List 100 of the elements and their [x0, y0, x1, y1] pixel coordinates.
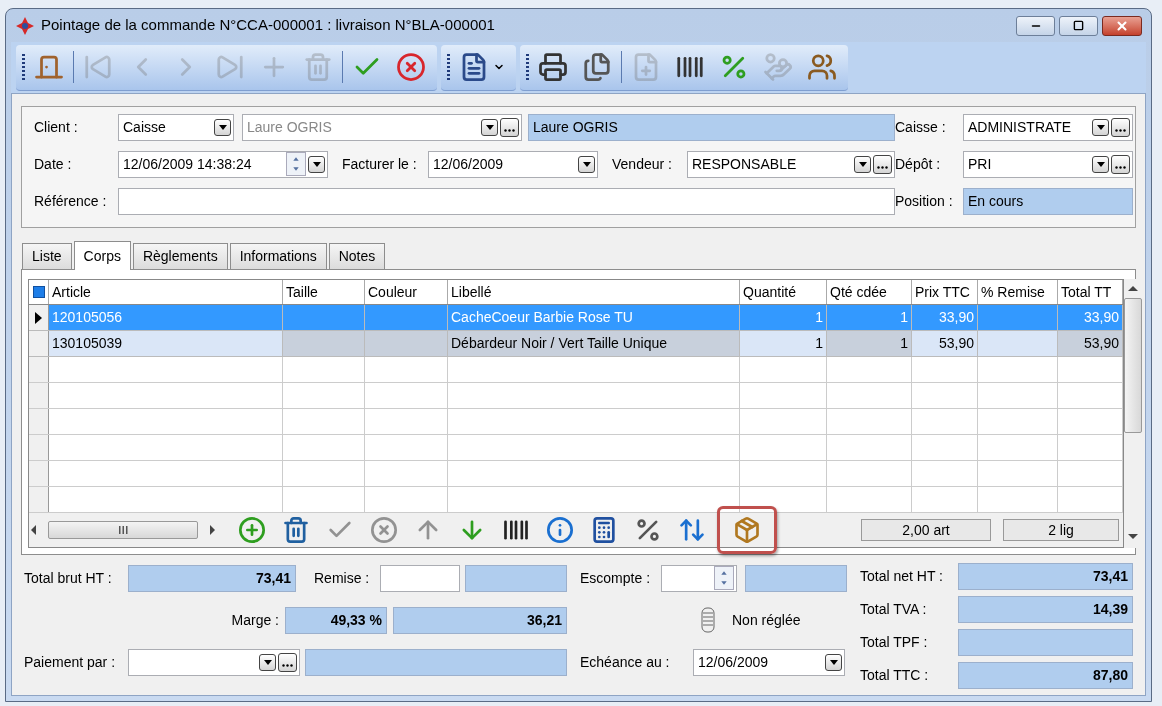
caret-icon [312, 161, 321, 167]
column-header[interactable]: Couleur [365, 280, 448, 304]
toolbar-grip-icon [526, 52, 529, 83]
column-header[interactable]: % Remise [978, 280, 1058, 304]
total-field: 73,41 [958, 563, 1133, 590]
reference-field[interactable] [118, 187, 895, 215]
column-header[interactable]: Qté cdée [827, 280, 912, 304]
minimize-button[interactable] [1016, 15, 1055, 36]
invoice-date-field[interactable]: 12/06/2009 [428, 150, 598, 178]
column-header[interactable]: Prix TTC [912, 280, 978, 304]
table-cell-text: 33,90 [1083, 308, 1119, 327]
vertical-scrollbar[interactable] [1124, 279, 1142, 548]
spinner-button[interactable] [714, 566, 734, 590]
field-label: Echéance au : [580, 652, 671, 672]
field-label: Marge : [230, 610, 280, 630]
dropdown-button[interactable] [481, 118, 498, 136]
caret-icon [263, 659, 272, 665]
select-all-checkbox[interactable] [32, 286, 45, 298]
total-field: 87,80 [958, 662, 1133, 689]
ellipsis-button[interactable] [873, 154, 892, 174]
field-label: Client : [34, 117, 79, 137]
cash-register-field[interactable]: ADMINISTRATE [963, 113, 1133, 141]
table-cell-text: 1 [815, 308, 823, 327]
field-label: Dépôt : [895, 154, 942, 174]
window-title: Pointage de la commande N°CCA-000001 : livraison N°BLA-000001 [41, 15, 495, 36]
maximize-icon [1073, 20, 1084, 32]
total-field: 14,39 [958, 596, 1133, 623]
field-label: Total TPF : [860, 633, 929, 652]
dropdown-button[interactable] [259, 653, 276, 671]
empty-row[interactable] [29, 383, 1123, 409]
dropdown-button[interactable] [214, 118, 231, 136]
dropdown-button[interactable] [308, 155, 325, 173]
ellipsis-icon [504, 128, 515, 132]
column-header[interactable]: Taille [283, 280, 365, 304]
add-icon [238, 516, 266, 544]
ellipsis-button[interactable] [500, 117, 519, 137]
column-header[interactable]: Libellé [448, 280, 740, 304]
scrollbar-thumb[interactable] [48, 521, 198, 539]
field-label: Paiement par : [24, 652, 117, 672]
ellipsis-icon [282, 663, 293, 667]
row-selector[interactable] [29, 305, 49, 330]
escompte-field[interactable] [661, 564, 737, 592]
field-label: Facturer le : [342, 154, 418, 174]
empty-row[interactable] [29, 357, 1123, 383]
tab[interactable]: Liste [22, 243, 72, 269]
vendeur-field[interactable]: RESPONSABLE [687, 150, 895, 178]
ellipsis-button[interactable] [278, 652, 297, 672]
dropdown-button[interactable] [1092, 118, 1109, 136]
tab[interactable]: Corps [73, 241, 131, 270]
tab[interactable]: Règlements [132, 243, 228, 269]
field-label: Référence : [34, 191, 108, 211]
close-button[interactable] [1102, 15, 1142, 36]
client-name-field[interactable]: Laure OGRIS [242, 113, 522, 141]
date-field[interactable]: 12/06/2009 14:38:24 [118, 150, 328, 178]
depot-field[interactable]: PRI [963, 150, 1133, 178]
scroll-down-icon [1128, 533, 1138, 540]
current-row-icon [35, 311, 42, 324]
table-cell-text: 1 [815, 334, 823, 353]
column-header[interactable]: Total TT [1058, 280, 1123, 304]
payment-status: Non réglée [732, 610, 801, 630]
field-label: Date : [34, 154, 73, 174]
marge-amount-field: 36,21 [393, 606, 567, 634]
article-count: 2,00 art [861, 519, 991, 541]
scrollbar-thumb[interactable] [1124, 298, 1142, 433]
remise-percent-field[interactable] [380, 564, 460, 592]
client-type-field[interactable]: Caisse [118, 113, 234, 141]
field-label: Total TVA : [860, 600, 928, 619]
dropdown-button[interactable] [825, 653, 842, 671]
cancel-icon [370, 516, 398, 544]
empty-row[interactable] [29, 461, 1123, 487]
people-icon [807, 52, 837, 83]
dropdown-button[interactable] [854, 155, 871, 173]
maximize-button[interactable] [1059, 15, 1098, 36]
info-icon [546, 516, 574, 544]
paiement-par-field[interactable] [128, 648, 300, 676]
echeance-field[interactable]: 12/06/2009 [693, 648, 845, 676]
tab[interactable]: Notes [328, 243, 386, 269]
ellipsis-icon [1115, 128, 1126, 132]
dropdown-button[interactable] [578, 155, 595, 173]
package-icon [733, 516, 761, 544]
empty-row[interactable] [29, 435, 1123, 461]
total-brut-ht-field: 73,41 [128, 564, 296, 592]
ellipsis-icon [1115, 165, 1126, 169]
column-header[interactable]: Article [49, 280, 283, 304]
table-row[interactable]: 130105039 Débardeur Noir / Vert Taille Unique 1 1 53,90 53,90 [29, 331, 1123, 357]
trash-icon [282, 516, 310, 544]
ellipsis-button[interactable] [1111, 154, 1130, 174]
close-icon [1115, 18, 1129, 33]
column-header[interactable]: Quantité [740, 280, 827, 304]
hand-coins-icon [763, 52, 793, 83]
tab[interactable]: Informations [229, 243, 327, 269]
empty-row[interactable] [29, 409, 1123, 435]
scroll-right-icon [208, 525, 216, 535]
toolbar-grip-icon [22, 52, 25, 83]
ellipsis-button[interactable] [1111, 117, 1130, 137]
dropdown-button[interactable] [1092, 155, 1109, 173]
line-count: 2 lig [1003, 519, 1119, 541]
trash-icon [303, 52, 333, 83]
scroll-left-icon [30, 525, 38, 535]
table-cell-text: 130105039 [52, 334, 123, 353]
